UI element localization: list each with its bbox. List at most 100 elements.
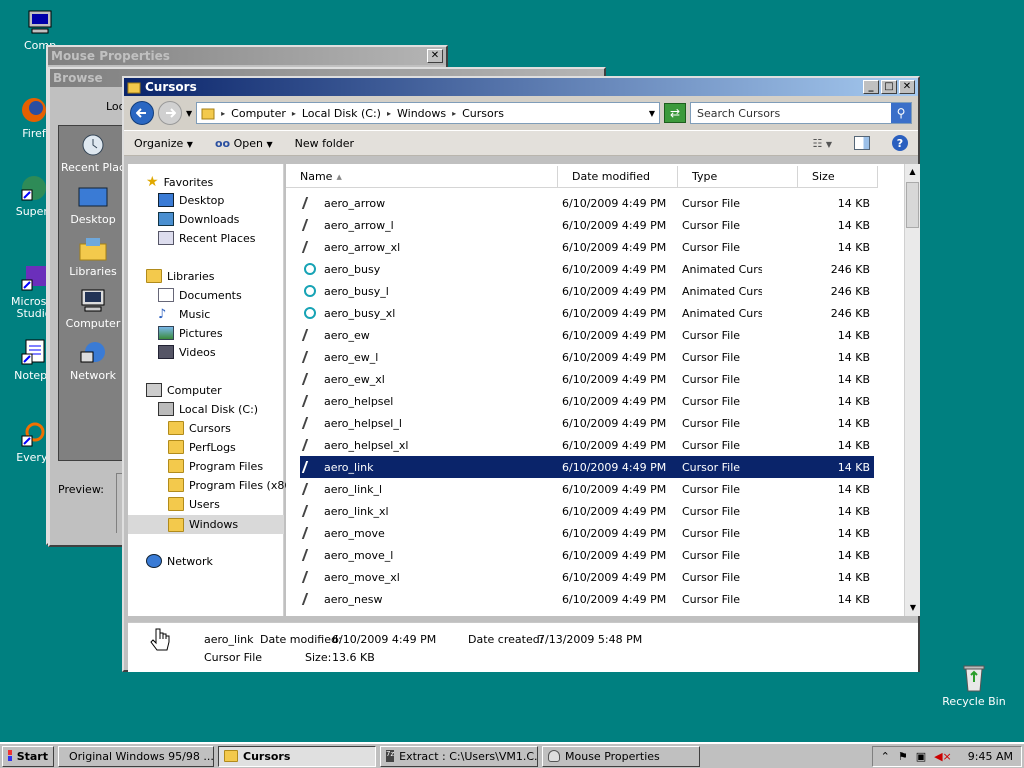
file-row[interactable]: aero_link_l 6/10/2009 4:49 PM Cursor File 1… [300,478,874,500]
nav-desktop[interactable]: Desktop [158,193,224,207]
maximize-button[interactable]: □ [881,80,897,94]
address-separator-icon[interactable]: ▸ [387,109,391,118]
minimize-button[interactable]: _ [863,80,879,94]
new-folder-button[interactable]: New folder [295,137,354,150]
nav-computer[interactable]: Computer [146,383,222,397]
nav-local-disk[interactable]: Local Disk (C:) [158,402,258,416]
file-row[interactable]: aero_move 6/10/2009 4:49 PM Cursor File 14 … [300,522,874,544]
taskbar-button-cursors[interactable]: Cursors [218,745,376,767]
nav-music[interactable]: ♪ Music [158,307,210,322]
address-dropdown-icon[interactable]: ▼ [649,109,655,118]
file-row[interactable]: aero_busy 6/10/2009 4:49 PM Animated Curso… [300,258,874,280]
file-row[interactable]: aero_arrow_l 6/10/2009 4:49 PM Cursor File… [300,214,874,236]
nav-folder-windows[interactable]: Windows [128,515,284,534]
file-row[interactable]: aero_arrow 6/10/2009 4:49 PM Cursor File 14… [300,192,874,214]
open-button[interactable]: oo Open ▼ [215,137,273,150]
nav-folder-program-files-x86[interactable]: Program Files (x86) [168,478,296,492]
scroll-down-arrow-icon[interactable]: ▼ [905,600,921,616]
address-bar[interactable]: ▸ Computer ▸ Local Disk (C:) ▸ Windows ▸… [196,102,660,124]
forward-button[interactable] [158,101,182,125]
address-separator-icon[interactable]: ▸ [292,109,296,118]
nav-recent-places[interactable]: Recent Places [158,231,256,245]
column-header-name[interactable]: Name ▲ [286,166,558,188]
nav-videos[interactable]: Videos [158,345,216,359]
nav-folder-cursors[interactable]: Cursors [168,421,231,435]
mouse-properties-titlebar[interactable]: Mouse Properties ✕ [48,47,446,65]
desktop-icon-recycle-bin[interactable]: Recycle Bin [934,662,1014,708]
view-options-icon[interactable]: ☷ ▼ [812,137,832,150]
file-row[interactable]: aero_move_xl 6/10/2009 4:49 PM Cursor File… [300,566,874,588]
column-header-size[interactable]: Size [798,166,878,188]
file-row[interactable]: aero_arrow_xl 6/10/2009 4:49 PM Cursor Fil… [300,236,874,258]
back-arrow-icon [136,108,146,118]
search-icon[interactable]: ⚲ [891,103,911,123]
close-button[interactable]: ✕ [899,80,915,94]
nav-downloads[interactable]: Downloads [158,212,239,226]
file-row[interactable]: aero_link 6/10/2009 4:49 PM Cursor File 14 … [300,456,874,478]
file-list-pane[interactable]: Name ▲ Date modified Type Size aero_arrow… [286,164,920,616]
file-row[interactable]: aero_busy_l 6/10/2009 4:49 PM Animated Cur… [300,280,874,302]
place-computer[interactable]: Computer [59,288,127,330]
file-row[interactable]: aero_move_l 6/10/2009 4:49 PM Cursor File 1… [300,544,874,566]
place-desktop[interactable]: Desktop [59,186,127,226]
nav-favorites[interactable]: ★ Favorites [146,174,213,190]
column-header-date[interactable]: Date modified [558,166,678,188]
place-network[interactable]: Network [59,340,127,382]
search-input[interactable]: Search Cursors ⚲ [690,102,912,124]
vertical-scrollbar[interactable]: ▲ ▼ [904,164,920,616]
volume-muted-icon[interactable]: ◀× [934,750,952,763]
cursor-file-icon [301,395,313,407]
place-libraries[interactable]: Libraries [59,236,127,278]
mouse-properties-close-button[interactable]: ✕ [427,49,443,63]
file-row[interactable]: aero_ew_l 6/10/2009 4:49 PM Cursor File 14 … [300,346,874,368]
place-recent[interactable]: Recent Plac [59,132,127,174]
nav-folder-users[interactable]: Users [168,497,220,511]
crumb-local-disk[interactable]: Local Disk (C:) [302,107,381,120]
file-row[interactable]: aero_busy_xl 6/10/2009 4:49 PM Animated Cu… [300,302,874,324]
navigation-pane[interactable]: ★ Favorites Desktop Downloads Recent Plac… [128,164,296,616]
nav-folder-program-files[interactable]: Program Files [168,459,263,473]
start-button[interactable]: Start [2,745,54,767]
taskbar-button-windows-95[interactable]: Original Windows 95/98 ... [58,745,214,767]
file-size: 14 KB [837,328,870,342]
open-glasses-icon: oo [214,136,231,150]
file-row[interactable]: aero_ew_xl 6/10/2009 4:49 PM Cursor File 14… [300,368,874,390]
column-header-type[interactable]: Type [678,166,798,188]
nav-network[interactable]: Network [146,554,213,568]
taskbar-button-extract[interactable]: 7z Extract : C:\Users\VM1.C... [380,745,538,767]
help-icon[interactable]: ? [892,135,908,151]
taskbar-button-mouse-properties[interactable]: Mouse Properties [542,745,700,767]
nav-libraries[interactable]: Libraries [146,269,215,283]
file-row[interactable]: aero_link_xl 6/10/2009 4:49 PM Cursor File… [300,500,874,522]
crumb-windows[interactable]: Windows [397,107,446,120]
show-hidden-icons-icon[interactable]: ⌃ [881,750,890,763]
scroll-thumb[interactable] [906,182,919,228]
file-row[interactable]: aero_helpsel_xl 6/10/2009 4:49 PM Cursor F… [300,434,874,456]
file-size: 14 KB [837,372,870,386]
network-tray-icon[interactable]: ▣ [916,750,926,763]
file-size: 14 KB [837,548,870,562]
nav-folder-perflogs[interactable]: PerfLogs [168,440,236,454]
flag-icon[interactable]: ⚑ [898,750,908,763]
scroll-up-arrow-icon[interactable]: ▲ [905,164,920,180]
clock[interactable]: 9:45 AM [968,750,1013,763]
file-date: 6/10/2009 4:49 PM [562,570,667,584]
file-row[interactable]: aero_ew 6/10/2009 4:49 PM Cursor File 14 KB [300,324,874,346]
file-row[interactable]: aero_helpsel_l 6/10/2009 4:49 PM Cursor Fi… [300,412,874,434]
organize-button[interactable]: Organize ▼ [134,137,193,150]
address-separator-icon[interactable]: ▸ [221,109,225,118]
address-separator-icon[interactable]: ▸ [452,109,456,118]
file-date: 6/10/2009 4:49 PM [562,526,667,540]
file-row[interactable]: aero_nesw 6/10/2009 4:49 PM Cursor File 14 … [300,588,874,610]
nav-documents[interactable]: Documents [158,288,242,302]
preview-pane-icon[interactable] [854,136,870,150]
refresh-button[interactable]: ⇄ [664,103,686,123]
crumb-computer[interactable]: Computer [231,107,286,120]
cursors-explorer-window[interactable]: Cursors _ □ ✕ ▼ ▸ Computer ▸ Local Disk … [122,76,920,672]
file-row[interactable]: aero_helpsel 6/10/2009 4:49 PM Cursor File… [300,390,874,412]
back-button[interactable] [130,101,154,125]
crumb-cursors[interactable]: Cursors [462,107,504,120]
history-dropdown-icon[interactable]: ▼ [186,109,192,118]
nav-pictures[interactable]: Pictures [158,326,223,340]
cursors-titlebar[interactable]: Cursors _ □ ✕ [124,78,918,96]
